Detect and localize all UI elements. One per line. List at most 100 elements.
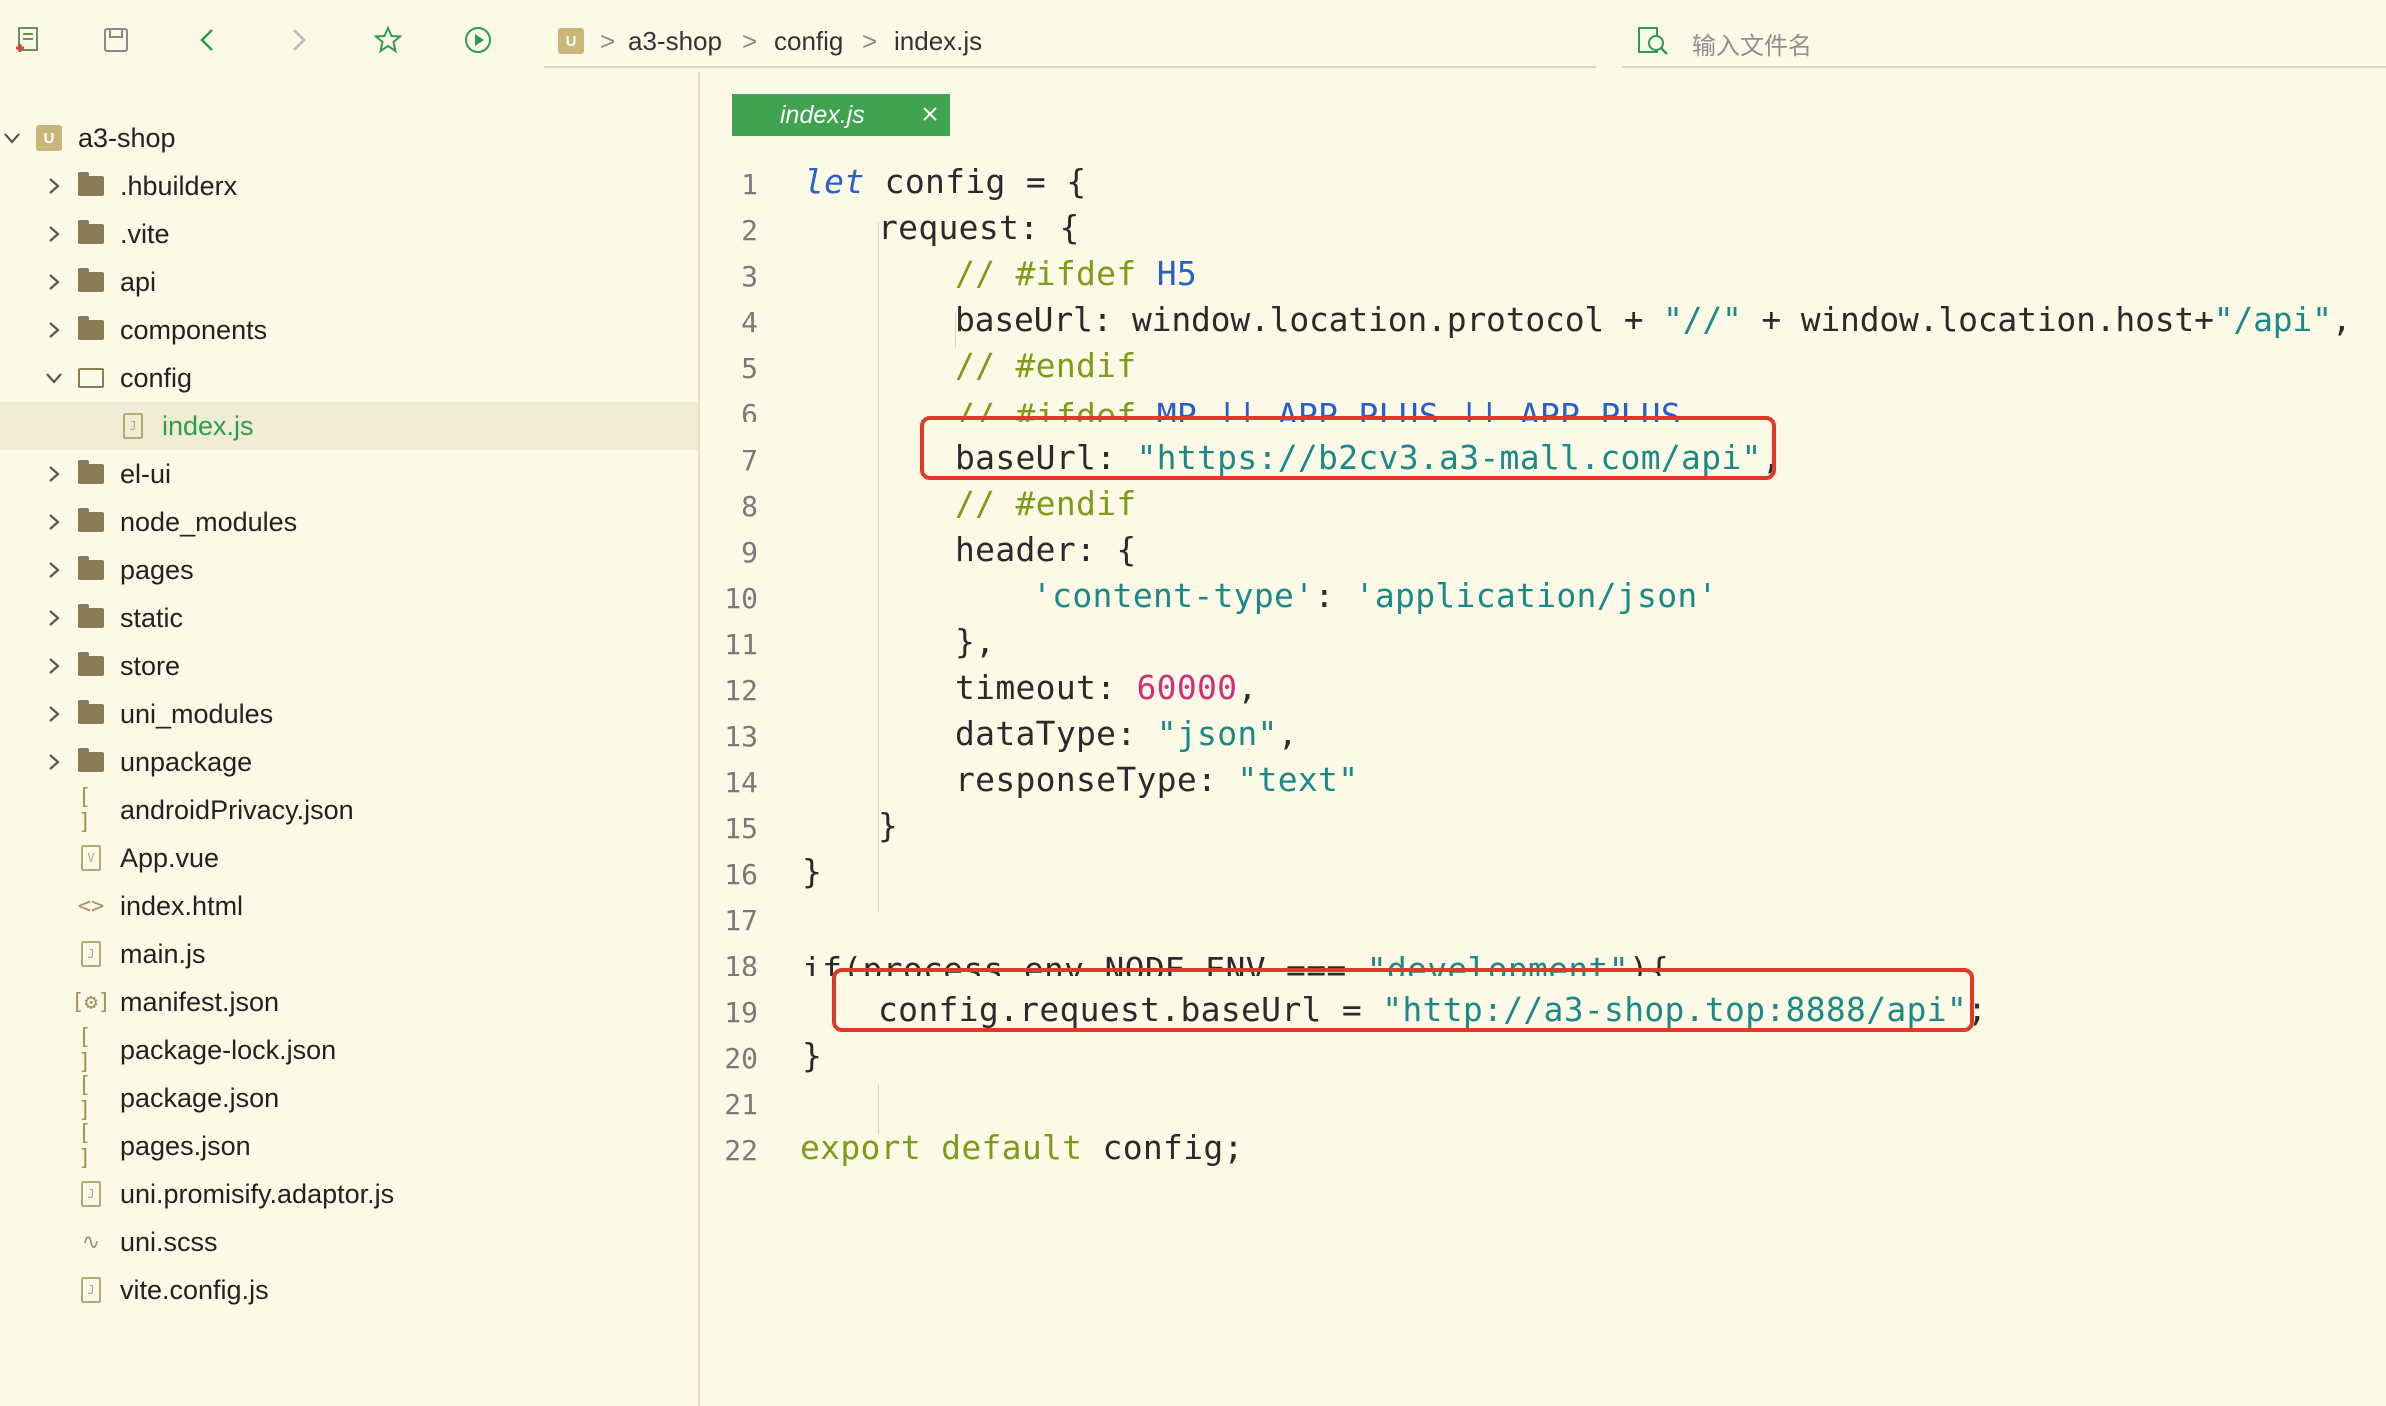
project-icon: U [36,124,62,152]
sidebar-folder[interactable]: node_modules [0,498,698,546]
tab-index-js[interactable]: index.js [732,94,950,136]
chevron-right-icon[interactable] [44,320,64,340]
back-icon[interactable] [190,22,226,58]
code-line: 1 let config = { [700,162,2386,208]
chevron-right-icon[interactable] [44,272,64,292]
search-input[interactable]: 输入文件名 [1692,26,1812,61]
sidebar-file[interactable]: ∿ uni.scss [0,1218,698,1266]
project-name: a3-shop [78,122,176,153]
code-token: , [1277,714,1298,753]
sidebar-file[interactable]: [⚙] manifest.json [0,978,698,1026]
sidebar-file[interactable]: Juni.promisify.adaptor.js [0,1170,698,1218]
chevron-right-icon[interactable] [44,464,64,484]
line-number: 2 [741,214,758,247]
sidebar-file[interactable]: V App.vue [0,834,698,882]
js-file-icon: J [78,1276,104,1304]
highlight-box-dev-baseurl [832,968,1974,1032]
sidebar-folder[interactable]: el-ui [0,450,698,498]
folder-icon [78,508,104,536]
folder-icon [78,700,104,728]
sidebar-folder[interactable]: unpackage [0,738,698,786]
code-line: 13 dataType: "json", [700,714,2386,760]
manifest-file-icon: [⚙] [71,989,111,1015]
run-icon[interactable] [460,22,496,58]
sidebar-folder[interactable]: uni_modules [0,690,698,738]
chevron-right-icon[interactable] [44,560,64,580]
project-root[interactable]: U a3-shop [0,114,698,162]
code-token: "/api" [2213,300,2332,339]
code-token: baseUrl: window.location.protocol + [955,300,1664,339]
code-area[interactable]: 1 let config = { 2 request: { 3 // #ifde… [700,162,2386,1262]
sidebar-file[interactable]: [ ] pages.json [0,1121,698,1171]
highlight-box-baseurl [920,416,1776,480]
sidebar-folder[interactable]: .hbuilderx [0,162,698,210]
code-token: , [1237,668,1258,707]
chevron-right-icon[interactable] [44,752,64,772]
sidebar-item-label: manifest.json [120,986,280,1017]
code-editor[interactable]: index.js 1 let config = { 2 request: { 3… [700,72,2386,1406]
code-line: 17 [700,898,2386,944]
sidebar-item-label: .hbuilderx [120,170,238,201]
save-icon[interactable] [98,22,134,58]
sidebar-item-label: main.js [120,938,206,969]
search-icon[interactable] [1636,24,1670,58]
line-number: 12 [724,674,758,707]
breadcrumb-folder[interactable]: config [774,24,843,58]
code-token: export default [800,1128,1083,1167]
chevron-right-icon[interactable] [44,608,64,628]
sidebar-folder[interactable]: static [0,594,698,642]
sidebar-folder[interactable]: store [0,642,698,690]
code-token: "text" [1237,760,1359,799]
sidebar-folder[interactable]: api [0,258,698,306]
sidebar-item-label: vite.config.js [120,1274,269,1305]
code-line: 10 'content-type': 'application/json' [700,576,2386,622]
sidebar-file[interactable]: Jvite.config.js [0,1266,698,1314]
code-token: } [802,852,823,891]
chevron-down-icon[interactable] [2,128,22,148]
sidebar-file[interactable]: Jindex.js [0,402,698,450]
chevron-right-icon[interactable] [44,704,64,724]
sidebar-folder[interactable]: .vite [0,210,698,258]
code-line: 9 header: { [700,530,2386,576]
sidebar-item-label: unpackage [120,746,253,777]
sidebar-file[interactable]: [ ] package.json [0,1073,698,1123]
breadcrumb-project[interactable]: a3-shop [628,24,722,58]
folder-icon [78,172,104,200]
sidebar-item-label: api [120,266,157,297]
sidebar-file[interactable]: [ ] package-lock.json [0,1025,698,1075]
code-line: 16 } [700,852,2386,898]
line-number: 20 [724,1042,758,1075]
sidebar-file[interactable]: Jmain.js [0,930,698,978]
code-token: H5 [1156,254,1198,293]
sidebar-folder[interactable]: components [0,306,698,354]
close-icon[interactable] [918,102,942,126]
code-token: }, [955,622,996,661]
new-file-icon[interactable] [10,22,46,58]
star-icon[interactable] [370,22,406,58]
chevron-right-icon[interactable] [44,176,64,196]
code-line: 15 } [700,806,2386,852]
code-line: 12 timeout: 60000, [700,668,2386,714]
sidebar-folder[interactable]: pages [0,546,698,594]
code-line: 3 // #ifdef H5 [700,254,2386,300]
code-token: } [878,806,899,845]
line-number: 3 [741,260,758,293]
code-line: 20 } [700,1036,2386,1082]
sidebar-file[interactable]: [ ] androidPrivacy.json [0,785,698,835]
chevron-right-icon[interactable] [44,512,64,532]
chevron-right-icon[interactable] [44,224,64,244]
chevron-down-icon[interactable] [44,368,64,388]
breadcrumb-file[interactable]: index.js [894,24,982,58]
file-search[interactable]: 输入文件名 [1622,14,2386,68]
json-file-icon: [ ] [78,1073,92,1123]
sidebar-item-label: package.json [120,1082,280,1113]
code-token: // #endif [955,346,1137,385]
folder-icon [78,748,104,776]
sidebar-folder[interactable]: config [0,354,698,402]
sidebar-file[interactable]: <> index.html [0,882,698,930]
forward-icon[interactable] [280,22,316,58]
line-number: 11 [724,628,758,661]
chevron-right-icon[interactable] [44,656,64,676]
line-number: 8 [741,490,758,523]
breadcrumb-separator: > [742,25,758,56]
